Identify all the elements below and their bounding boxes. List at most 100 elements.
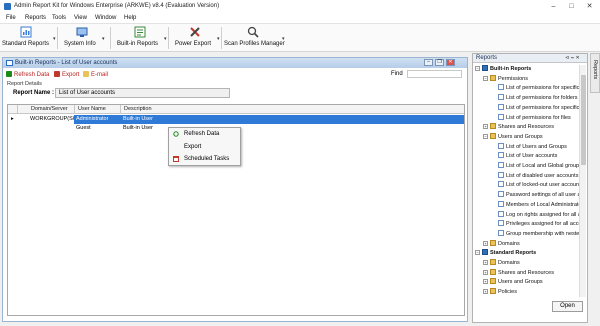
tree-node[interactable]: List of permissions for specific: [498, 84, 579, 93]
tree-node-label: Domains: [498, 260, 520, 266]
tree-node[interactable]: List of permissions for specific: [498, 103, 579, 113]
child-minimize-button[interactable]: –: [424, 59, 433, 66]
tree-node[interactable]: List of disabled user accounts: [498, 171, 578, 181]
tree-node[interactable]: + Domains: [483, 239, 520, 249]
close-button[interactable]: ✕: [584, 2, 595, 11]
cell-description: Built-in User: [123, 125, 153, 131]
menu-bar: File Reports Tools View Window Help: [0, 13, 600, 24]
tree-node-label: Group membership with nested: [506, 230, 579, 237]
tree-node[interactable]: List of permissions for folders: [498, 94, 578, 103]
tree-node[interactable]: − Permissions: [483, 74, 528, 84]
scrollbar-thumb[interactable]: [581, 75, 586, 165]
tree-node[interactable]: Log on rights assigned for all a: [498, 210, 579, 220]
tree-node[interactable]: Members of Local Administrators: [498, 200, 579, 210]
expand-icon[interactable]: +: [483, 289, 488, 295]
refresh-icon: [6, 71, 12, 77]
scan-profiles-manager-label: Scan Profiles Manager: [224, 41, 285, 47]
collapse-icon[interactable]: −: [483, 133, 488, 139]
chevron-down-icon[interactable]: ▾: [282, 36, 285, 42]
tree-node[interactable]: List of Local and Global groups: [498, 162, 579, 171]
collapse-icon[interactable]: −: [475, 66, 480, 71]
expand-icon[interactable]: +: [483, 269, 488, 275]
tree-node[interactable]: − Users and Groups: [483, 132, 543, 142]
toolbar-separator: [221, 27, 222, 49]
folder-icon: [490, 259, 496, 265]
scan-profiles-manager-button[interactable]: Scan Profiles Manager ▾: [224, 24, 285, 52]
tree-node-label: Users and Groups: [498, 133, 543, 140]
chevron-down-icon[interactable]: ▾: [164, 36, 167, 42]
folder-icon: [490, 288, 496, 295]
tree-node[interactable]: − Standard Reports: [475, 249, 536, 258]
reports-panel-title: Reports: [476, 55, 498, 61]
report-toolbar: Refresh Data Export E-mail Find: [3, 69, 467, 79]
tree-node[interactable]: Privileges assigned for all acco: [498, 220, 579, 229]
document-icon: [498, 152, 504, 159]
tree-node[interactable]: List of permissions for files: [498, 113, 571, 123]
expand-icon[interactable]: +: [483, 279, 488, 285]
child-close-button[interactable]: ✕: [446, 59, 455, 66]
built-in-reports-button[interactable]: Built-in Reports ▾: [117, 24, 167, 52]
column-header-description[interactable]: Description: [124, 106, 152, 112]
column-header-user[interactable]: User Name: [78, 106, 106, 112]
context-scheduled-tasks-label: Scheduled Tasks: [184, 156, 230, 162]
menu-window[interactable]: Window: [95, 15, 116, 21]
collapse-icon[interactable]: −: [483, 75, 488, 81]
reports-tree[interactable]: − Built-in Reports − Permissions List of per…: [475, 65, 579, 297]
expand-icon[interactable]: +: [483, 260, 488, 265]
find-input[interactable]: [407, 70, 462, 78]
menu-reports[interactable]: Reports: [25, 15, 46, 21]
column-header-domain[interactable]: Domain/Server: [31, 106, 68, 112]
power-export-button[interactable]: Power Export ▾: [175, 24, 220, 52]
system-info-icon: [76, 27, 88, 37]
export-button[interactable]: Export: [54, 71, 79, 78]
menu-file[interactable]: File: [6, 15, 16, 21]
menu-tools[interactable]: Tools: [52, 15, 66, 21]
tree-node-label: List of permissions for specific: [506, 104, 579, 111]
child-title-bar: Built-in Reports - List of User accounts…: [3, 58, 467, 68]
reports-side-tab[interactable]: Reports: [590, 53, 600, 93]
report-group-icon: [482, 65, 488, 71]
open-button[interactable]: Open: [552, 301, 583, 312]
tree-node[interactable]: List of locked-out user accounts: [498, 181, 579, 190]
context-export-label: Export: [184, 144, 202, 150]
chevron-down-icon[interactable]: ▾: [102, 36, 105, 42]
email-label: E-mail: [91, 72, 109, 78]
context-export[interactable]: Export: [169, 142, 240, 153]
folder-icon: [490, 123, 496, 130]
menu-help[interactable]: Help: [124, 15, 136, 21]
maximize-button[interactable]: □: [566, 2, 577, 11]
tree-scrollbar[interactable]: [579, 65, 586, 297]
tree-node[interactable]: + Shares and Resources: [483, 123, 554, 132]
export-label: Export: [62, 72, 80, 78]
folder-icon: [490, 239, 496, 246]
tree-node-label: List of permissions for folders: [506, 95, 578, 102]
tree-node[interactable]: + Policies: [483, 288, 517, 297]
child-restore-button[interactable]: ❐: [435, 59, 444, 66]
tree-node[interactable]: Password settings of all user a: [498, 191, 579, 200]
system-info-label: System Info: [64, 41, 96, 47]
table-row[interactable]: ▸ WORKGROUP(SOFT Administrator Built-in …: [8, 115, 464, 124]
tree-node[interactable]: Group membership with nested: [498, 229, 579, 239]
collapse-icon[interactable]: −: [475, 250, 480, 256]
expand-icon[interactable]: +: [483, 240, 488, 246]
context-scheduled-tasks[interactable]: Scheduled Tasks: [169, 154, 240, 165]
email-button[interactable]: E-mail: [83, 71, 108, 78]
tree-node[interactable]: List of Users and Groups: [498, 142, 567, 152]
refresh-data-button[interactable]: Refresh Data: [6, 71, 49, 78]
tree-node[interactable]: + Users and Groups: [483, 278, 543, 287]
tree-node[interactable]: List of User accounts: [498, 152, 557, 161]
expand-icon[interactable]: +: [483, 124, 488, 130]
tree-node[interactable]: + Domains: [483, 259, 520, 268]
system-info-button[interactable]: System Info ▾: [64, 24, 105, 52]
minimize-button[interactable]: –: [548, 2, 559, 11]
panel-buttons[interactable]: ⊲ 🗕 ✕: [565, 55, 580, 63]
tree-node-label: Shares and Resources: [498, 269, 554, 276]
tree-node[interactable]: + Shares and Resources: [483, 268, 554, 278]
chevron-down-icon[interactable]: ▾: [217, 36, 220, 42]
menu-view[interactable]: View: [74, 15, 87, 21]
tree-node[interactable]: − Built-in Reports: [475, 65, 531, 74]
cell-user: Administrator: [76, 116, 109, 122]
chevron-down-icon[interactable]: ▾: [53, 36, 56, 42]
standard-reports-button[interactable]: Standard Reports ▾: [2, 24, 56, 52]
context-refresh-data[interactable]: Refresh Data: [169, 129, 240, 140]
